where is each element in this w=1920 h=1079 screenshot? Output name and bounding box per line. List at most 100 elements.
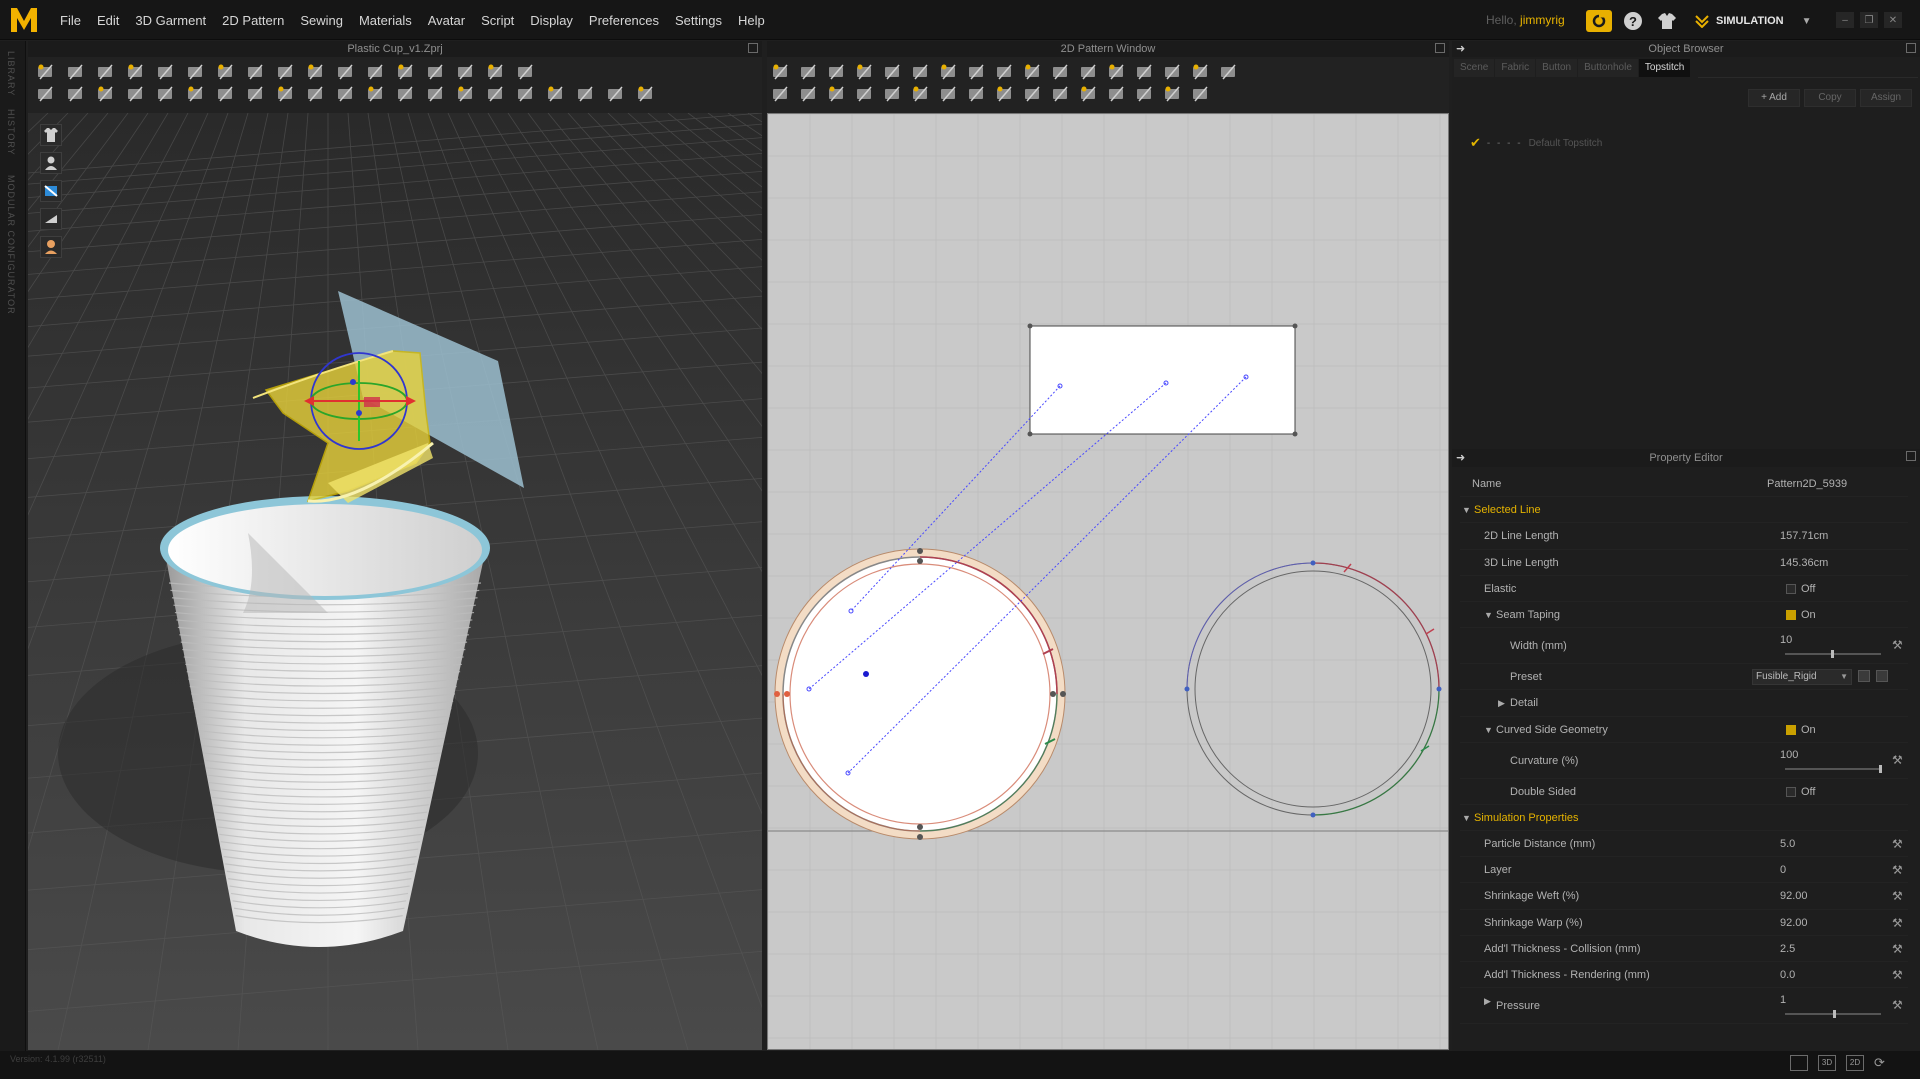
tool-icon[interactable] bbox=[1053, 64, 1068, 80]
view-3d-button[interactable]: 3D bbox=[1818, 1055, 1836, 1071]
layer-value[interactable]: 0 bbox=[1780, 857, 1786, 883]
tool-icon[interactable] bbox=[518, 86, 533, 102]
pattern-window-2d[interactable] bbox=[767, 113, 1449, 1050]
tab-fabric[interactable]: Fabric bbox=[1495, 59, 1536, 77]
folder-open-icon[interactable] bbox=[1858, 670, 1870, 683]
tool-icon[interactable] bbox=[801, 86, 816, 102]
tool-icon[interactable] bbox=[1109, 64, 1124, 80]
tool-icon[interactable] bbox=[38, 64, 53, 80]
tool-icon[interactable] bbox=[398, 64, 413, 80]
tool-icon[interactable] bbox=[638, 86, 653, 102]
tool-icon[interactable] bbox=[1109, 86, 1124, 102]
elastic-checkbox[interactable] bbox=[1786, 583, 1796, 594]
collapse-icon[interactable]: ▼ bbox=[1484, 602, 1493, 628]
minimize-icon[interactable]: – bbox=[1836, 12, 1854, 28]
tool-icon[interactable] bbox=[368, 64, 383, 80]
save-icon[interactable] bbox=[1876, 670, 1888, 683]
refresh-icon[interactable]: ⟳ bbox=[1874, 1055, 1885, 1071]
viewport-3d[interactable] bbox=[28, 113, 762, 1050]
username[interactable]: jimmyrig bbox=[1520, 13, 1565, 27]
seam-taping-checkbox[interactable] bbox=[1786, 609, 1796, 620]
tool-icon[interactable] bbox=[548, 86, 563, 102]
close-icon[interactable]: ✕ bbox=[1884, 12, 1902, 28]
tool-icon[interactable] bbox=[773, 64, 788, 80]
pressure-value[interactable]: 1 bbox=[1780, 990, 1786, 1010]
view-2d-button[interactable]: 2D bbox=[1846, 1055, 1864, 1071]
tool-icon[interactable] bbox=[1193, 86, 1208, 102]
wrench-icon[interactable]: ⚒ bbox=[1892, 992, 1903, 1018]
avatar-skin-icon[interactable] bbox=[40, 236, 62, 258]
menu-help[interactable]: Help bbox=[730, 13, 773, 28]
detail-row[interactable]: ▶ Detail bbox=[1460, 690, 1908, 717]
curvature-slider[interactable] bbox=[1785, 764, 1882, 773]
expand-icon[interactable] bbox=[1435, 43, 1445, 53]
tool-icon[interactable] bbox=[941, 64, 956, 80]
width-value[interactable]: 10 bbox=[1780, 630, 1792, 650]
tool-icon[interactable] bbox=[398, 86, 413, 102]
tool-icon[interactable] bbox=[857, 64, 872, 80]
tool-icon[interactable] bbox=[1081, 64, 1096, 80]
tool-icon[interactable] bbox=[368, 86, 383, 102]
assign-button[interactable]: Assign bbox=[1860, 89, 1912, 107]
tool-icon[interactable] bbox=[1137, 64, 1152, 80]
rail-library[interactable]: LIBRARY bbox=[6, 51, 16, 96]
tool-icon[interactable] bbox=[997, 86, 1012, 102]
menu-display[interactable]: Display bbox=[522, 13, 581, 28]
tool-icon[interactable] bbox=[1221, 64, 1236, 80]
selected-line-section[interactable]: ▼ Selected Line bbox=[1460, 497, 1908, 524]
tool-icon[interactable] bbox=[1165, 86, 1180, 102]
add-button[interactable]: + Add bbox=[1748, 89, 1800, 107]
tool-icon[interactable] bbox=[1137, 86, 1152, 102]
tool-icon[interactable] bbox=[158, 64, 173, 80]
wrench-icon[interactable]: ⚒ bbox=[1892, 632, 1903, 658]
arrow-right-icon[interactable]: ➜ bbox=[1456, 41, 1465, 57]
tool-icon[interactable] bbox=[488, 64, 503, 80]
menu-preferences[interactable]: Preferences bbox=[581, 13, 667, 28]
help-icon[interactable]: ? bbox=[1620, 10, 1646, 32]
pattern-point[interactable] bbox=[863, 671, 869, 677]
tool-icon[interactable] bbox=[68, 86, 83, 102]
menu-script[interactable]: Script bbox=[473, 13, 522, 28]
tool-icon[interactable] bbox=[248, 86, 263, 102]
menu-settings[interactable]: Settings bbox=[667, 13, 730, 28]
tool-icon[interactable] bbox=[518, 64, 533, 80]
tool-icon[interactable] bbox=[1193, 64, 1208, 80]
tool-icon[interactable] bbox=[801, 64, 816, 80]
tab-buttonhole[interactable]: Buttonhole bbox=[1578, 59, 1638, 77]
tool-icon[interactable] bbox=[248, 64, 263, 80]
curved-side-checkbox[interactable] bbox=[1786, 724, 1796, 735]
particle-distance-value[interactable]: 5.0 bbox=[1780, 831, 1795, 857]
name-value[interactable]: Pattern2D_5939 bbox=[1767, 471, 1847, 497]
tool-icon[interactable] bbox=[1025, 86, 1040, 102]
tool-icon[interactable] bbox=[428, 86, 443, 102]
pressure-slider[interactable] bbox=[1785, 1010, 1881, 1019]
garment-icon[interactable] bbox=[1654, 10, 1680, 32]
tool-icon[interactable] bbox=[98, 64, 113, 80]
tool-icon[interactable] bbox=[458, 86, 473, 102]
tool-icon[interactable] bbox=[188, 86, 203, 102]
tool-icon[interactable] bbox=[218, 86, 233, 102]
avatar-display-icon[interactable] bbox=[40, 152, 62, 174]
tool-icon[interactable] bbox=[913, 86, 928, 102]
tool-icon[interactable] bbox=[997, 64, 1012, 80]
tool-icon[interactable] bbox=[278, 64, 293, 80]
menu-sewing[interactable]: Sewing bbox=[292, 13, 351, 28]
tool-icon[interactable] bbox=[68, 64, 83, 80]
shrinkage-weft-value[interactable]: 92.00 bbox=[1780, 883, 1808, 909]
tool-icon[interactable] bbox=[488, 86, 503, 102]
double-sided-checkbox[interactable] bbox=[1786, 786, 1796, 797]
circle-pattern-base[interactable] bbox=[774, 548, 1066, 840]
fabric-display-icon[interactable] bbox=[40, 180, 62, 202]
thickness-collision-value[interactable]: 2.5 bbox=[1780, 936, 1795, 962]
wrench-icon[interactable]: ⚒ bbox=[1892, 747, 1903, 773]
tool-icon[interactable] bbox=[188, 64, 203, 80]
copy-button[interactable]: Copy bbox=[1804, 89, 1856, 107]
tool-icon[interactable] bbox=[428, 64, 443, 80]
sewing-display-icon[interactable] bbox=[40, 208, 62, 230]
tool-icon[interactable] bbox=[829, 64, 844, 80]
restore-icon[interactable]: ❐ bbox=[1860, 12, 1878, 28]
tool-icon[interactable] bbox=[1025, 64, 1040, 80]
list-item[interactable]: ✔ - - - - Default Topstitch bbox=[1470, 135, 1602, 151]
tool-icon[interactable] bbox=[913, 64, 928, 80]
tool-icon[interactable] bbox=[98, 86, 113, 102]
